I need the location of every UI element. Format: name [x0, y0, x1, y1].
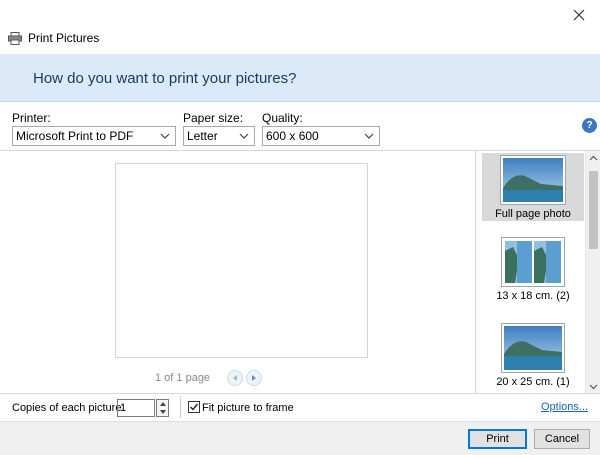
copies-row: Copies of each picture: 1 Fit picture to…	[0, 393, 600, 420]
portrait-image-icon	[534, 241, 561, 283]
scroll-up-icon[interactable]	[589, 154, 598, 163]
layout-label: 20 x 25 cm. (1)	[496, 376, 570, 388]
options-link[interactable]: Options...	[541, 401, 588, 413]
print-preview-area: 1 of 1 page	[0, 150, 475, 393]
landscape-image-icon	[504, 326, 562, 370]
cancel-button[interactable]: Cancel	[534, 429, 590, 449]
layout-list: Full page photo 13 x 18 cm. (2) 20 x 25 …	[475, 150, 600, 393]
scroll-down-icon[interactable]	[589, 382, 598, 391]
arrow-left-icon	[233, 375, 237, 381]
banner-heading: How do you want to print your pictures?	[33, 70, 297, 87]
portrait-pair-thumbnail	[501, 237, 565, 287]
chevron-down-icon	[160, 133, 170, 139]
copies-label: Copies of each picture:	[12, 402, 125, 414]
printer-label: Printer:	[12, 111, 51, 125]
caret-up-icon	[159, 402, 166, 406]
paper-size-select[interactable]: Letter	[183, 126, 255, 146]
scrollbar-thumb[interactable]	[589, 171, 598, 249]
close-icon	[573, 9, 585, 21]
chevron-down-icon	[239, 133, 249, 139]
help-icon[interactable]: ?	[582, 118, 597, 133]
close-button[interactable]	[568, 4, 590, 26]
paper-size-select-value: Letter	[187, 129, 218, 143]
next-page-button[interactable]	[246, 370, 262, 386]
fit-picture-checkbox[interactable]	[188, 401, 200, 413]
stepper-down-button[interactable]	[157, 408, 168, 416]
divider	[180, 396, 181, 418]
caret-down-icon	[159, 410, 166, 414]
window-title-bar: Print Pictures	[8, 30, 99, 46]
landscape-photo-thumbnail	[500, 155, 566, 205]
arrow-right-icon	[252, 375, 256, 381]
quality-label: Quality:	[262, 111, 303, 125]
layout-item-20x25[interactable]: 20 x 25 cm. (1)	[482, 323, 584, 393]
quality-select-value: 600 x 600	[266, 129, 319, 143]
stepper-up-button[interactable]	[157, 400, 168, 408]
landscape-photo-thumbnail	[501, 323, 565, 373]
paper-size-label: Paper size:	[183, 111, 244, 125]
preview-page	[115, 163, 368, 358]
copies-stepper[interactable]	[156, 399, 169, 417]
layout-label: 13 x 18 cm. (2)	[496, 290, 570, 302]
copies-input[interactable]: 1	[117, 399, 155, 417]
layout-scrollbar[interactable]	[585, 151, 600, 393]
portrait-image-icon	[505, 241, 532, 283]
printer-select-value: Microsoft Print to PDF	[16, 129, 134, 143]
fit-picture-label[interactable]: Fit picture to frame	[202, 402, 294, 414]
landscape-image-icon	[503, 158, 563, 202]
page-counter: 1 of 1 page	[155, 372, 211, 384]
print-button[interactable]: Print	[468, 429, 527, 449]
window-title: Print Pictures	[28, 31, 100, 45]
checkmark-icon	[190, 403, 199, 411]
layout-item-13x18[interactable]: 13 x 18 cm. (2)	[482, 237, 584, 307]
printer-select[interactable]: Microsoft Print to PDF	[12, 126, 176, 146]
chevron-down-icon	[364, 133, 374, 139]
layout-item-full-page[interactable]: Full page photo	[482, 153, 584, 221]
dialog-footer: Print Cancel	[0, 421, 600, 455]
printer-icon	[8, 31, 22, 45]
quality-select[interactable]: 600 x 600	[262, 126, 380, 146]
header-banner: How do you want to print your pictures?	[0, 54, 600, 102]
previous-page-button[interactable]	[227, 370, 243, 386]
layout-label: Full page photo	[495, 208, 571, 220]
